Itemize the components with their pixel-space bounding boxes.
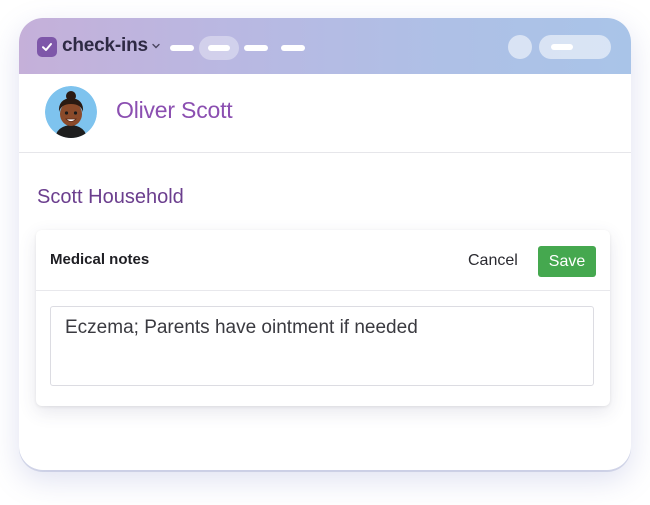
avatar	[45, 86, 97, 138]
app-window: check-ins Oliver Scott Scott Household M…	[19, 18, 631, 470]
chevron-down-icon	[152, 43, 160, 49]
nav-item-4[interactable]	[281, 45, 305, 51]
app-name: check-ins	[62, 35, 148, 56]
profile-menu-button[interactable]	[539, 35, 611, 59]
nav-item-3[interactable]	[244, 45, 268, 51]
card-divider	[36, 290, 610, 291]
save-button[interactable]: Save	[538, 246, 596, 277]
nav-item-2-active[interactable]	[199, 36, 239, 60]
cancel-button[interactable]: Cancel	[468, 252, 518, 270]
card-title: Medical notes	[50, 251, 150, 268]
title-bar: check-ins	[19, 18, 631, 74]
medical-notes-textarea[interactable]: Eczema; Parents have ointment if needed	[50, 306, 594, 386]
medical-notes-card: Medical notes Cancel Save Eczema; Parent…	[36, 230, 610, 406]
checkbox-logo-icon	[37, 37, 57, 57]
nav-item-1[interactable]	[170, 45, 194, 51]
household-name[interactable]: Scott Household	[37, 186, 184, 209]
person-header: Oliver Scott	[19, 74, 631, 153]
person-name: Oliver Scott	[116, 97, 233, 123]
app-switcher[interactable]: check-ins	[62, 35, 160, 57]
notification-button[interactable]	[508, 35, 532, 59]
